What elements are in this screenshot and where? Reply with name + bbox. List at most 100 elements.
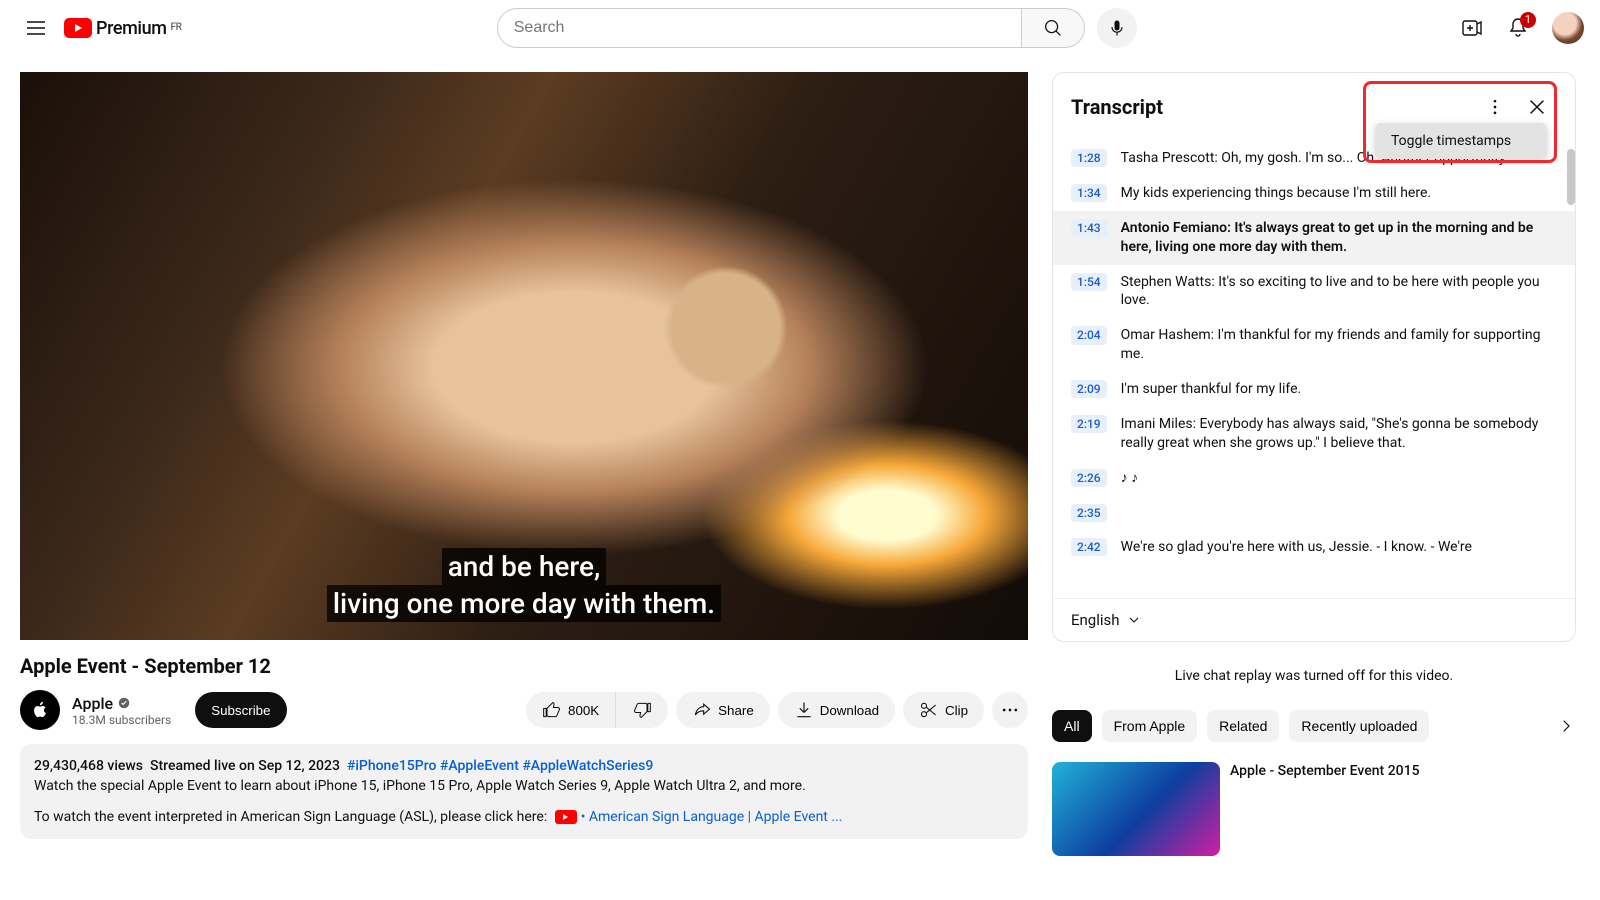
clip-button[interactable]: Clip	[903, 692, 984, 728]
download-label: Download	[820, 703, 879, 718]
description-head: 29,430,468 views Streamed live on Sep 12…	[34, 756, 1014, 776]
transcript-text: Antonio Femiano: It's always great to ge…	[1121, 219, 1557, 257]
transcript-text: ♪ ♪	[1121, 469, 1557, 488]
youtube-mini-icon	[555, 810, 577, 824]
transcript-text: I'm super thankful for my life.	[1121, 380, 1557, 399]
transcript-timestamp: 2:19	[1071, 415, 1107, 433]
channel-info: Apple 18.3M subscribers	[72, 694, 171, 727]
hashtag-link[interactable]: #AppleEvent	[440, 758, 519, 774]
transcript-close-button[interactable]	[1517, 87, 1557, 127]
transcript-segment[interactable]: 1:43 Antonio Femiano: It's always great t…	[1053, 211, 1575, 265]
download-button[interactable]: Download	[778, 692, 895, 728]
channel-name: Apple	[72, 694, 113, 713]
transcript-text: Stephen Watts: It's so exciting to live …	[1121, 273, 1557, 311]
search-input[interactable]	[497, 8, 1021, 48]
action-bar: 800K Share Download Clip	[526, 692, 1028, 728]
scrollbar-thumb[interactable]	[1567, 149, 1575, 205]
share-icon	[692, 700, 712, 720]
description-box[interactable]: 29,430,468 views Streamed live on Sep 12…	[20, 744, 1028, 839]
transcript-more-button[interactable]	[1475, 87, 1515, 127]
related-video-item[interactable]: Apple - September Event 2015	[1052, 762, 1576, 856]
subscribe-button[interactable]: Subscribe	[195, 692, 286, 728]
filter-chip[interactable]: All	[1052, 710, 1092, 742]
transcript-text	[1121, 504, 1557, 522]
description-body: Watch the special Apple Event to learn a…	[34, 776, 1014, 796]
secondary-column: Transcript Toggle timestamps 1:28Tasha P…	[1052, 72, 1576, 900]
view-count: 29,430,468 views	[34, 758, 143, 774]
transcript-segment[interactable]: 2:26 ♪ ♪	[1053, 461, 1575, 496]
transcript-body[interactable]: 1:28Tasha Prescott: Oh, my gosh. I'm so.…	[1053, 141, 1575, 598]
transcript-language-select[interactable]: English	[1053, 598, 1575, 641]
transcript-timestamp: 2:42	[1071, 538, 1107, 556]
transcript-segment[interactable]: 2:09 I'm super thankful for my life.	[1053, 372, 1575, 407]
avatar[interactable]	[1552, 12, 1584, 44]
transcript-timestamp: 2:04	[1071, 326, 1107, 344]
youtube-premium-logo[interactable]: Premium FR	[64, 18, 182, 39]
scissors-icon	[919, 700, 939, 720]
transcript-segment[interactable]: 2:35	[1053, 496, 1575, 530]
chips-scroll-right-button[interactable]	[1550, 710, 1582, 742]
transcript-text: My kids experiencing things because I'm …	[1121, 184, 1557, 203]
transcript-text: Imani Miles: Everybody has always said, …	[1121, 415, 1557, 453]
video-player[interactable]: and be here, living one more day with th…	[20, 72, 1028, 640]
chevron-down-icon	[1126, 612, 1142, 628]
more-actions-button[interactable]	[992, 692, 1028, 728]
transcript-timestamp: 2:35	[1071, 504, 1107, 522]
close-icon	[1526, 96, 1548, 118]
channel-name-row[interactable]: Apple	[72, 694, 171, 713]
filter-chip[interactable]: From Apple	[1102, 710, 1198, 742]
transcript-text: We're so glad you're here with us, Jessi…	[1121, 538, 1557, 557]
header-center	[182, 8, 1453, 48]
like-button[interactable]: 800K	[526, 692, 616, 728]
transcript-segment[interactable]: 1:34 My kids experiencing things because …	[1053, 176, 1575, 211]
search-wrap	[497, 8, 1137, 48]
header-right: 1	[1452, 8, 1584, 48]
microphone-icon	[1107, 18, 1127, 38]
related-thumbnail	[1052, 762, 1220, 856]
stream-date: Streamed live on Sep 12, 2023	[150, 758, 340, 774]
video-title: Apple Event - September 12	[20, 654, 1028, 678]
hamburger-menu-button[interactable]	[16, 8, 56, 48]
transcript-menu-popup: Toggle timestamps	[1375, 123, 1547, 159]
caption-line-2: living one more day with them.	[327, 585, 721, 622]
filter-chip[interactable]: Recently uploaded	[1289, 710, 1429, 742]
transcript-timestamp: 2:09	[1071, 380, 1107, 398]
transcript-timestamp: 2:26	[1071, 469, 1107, 487]
transcript-timestamp: 1:54	[1071, 273, 1107, 291]
live-chat-disabled-notice: Live chat replay was turned off for this…	[1052, 662, 1576, 690]
transcript-segment[interactable]: 2:42 We're so glad you're here with us, J…	[1053, 530, 1575, 565]
asl-link[interactable]: • American Sign Language | Apple Event .…	[581, 809, 843, 825]
thumbs-down-icon	[632, 700, 652, 720]
dislike-button[interactable]	[616, 692, 668, 728]
transcript-timestamp: 1:43	[1071, 219, 1107, 237]
transcript-segment[interactable]: 1:54 Stephen Watts: It's so exciting to l…	[1053, 265, 1575, 319]
logo-text: Premium	[96, 18, 166, 39]
meta-row: Apple 18.3M subscribers Subscribe 800K	[20, 690, 1028, 730]
filter-chip[interactable]: Related	[1207, 710, 1279, 742]
verified-icon	[117, 696, 131, 710]
related-title: Apple - September Event 2015	[1230, 762, 1420, 780]
primary-column: and be here, living one more day with th…	[20, 72, 1028, 900]
share-button[interactable]: Share	[676, 692, 770, 728]
create-icon	[1460, 16, 1484, 40]
search-button[interactable]	[1021, 8, 1085, 48]
country-code: FR	[170, 22, 181, 33]
hashtag-link[interactable]: #AppleWatchSeries9	[522, 758, 653, 774]
channel-avatar[interactable]	[20, 690, 60, 730]
clip-label: Clip	[945, 703, 968, 718]
content: and be here, living one more day with th…	[0, 56, 1600, 900]
transcript-timestamp: 1:34	[1071, 184, 1107, 202]
download-icon	[794, 700, 814, 720]
transcript-segment[interactable]: 2:04Omar Hashem: I'm thankful for my fri…	[1053, 318, 1575, 372]
caption-box: and be here, living one more day with th…	[327, 548, 721, 622]
create-button[interactable]	[1452, 8, 1492, 48]
hamburger-icon	[24, 16, 48, 40]
header: Premium FR 1	[0, 0, 1600, 56]
asl-row: To watch the event interpreted in Americ…	[34, 807, 1014, 827]
transcript-title: Transcript	[1071, 95, 1163, 119]
more-vertical-icon	[1485, 97, 1505, 117]
toggle-timestamps-menu-item[interactable]: Toggle timestamps	[1375, 123, 1547, 159]
transcript-segment[interactable]: 2:19 Imani Miles: Everybody has always sa…	[1053, 407, 1575, 461]
voice-search-button[interactable]	[1097, 8, 1137, 48]
hashtag-link[interactable]: #iPhone15Pro	[347, 758, 437, 774]
